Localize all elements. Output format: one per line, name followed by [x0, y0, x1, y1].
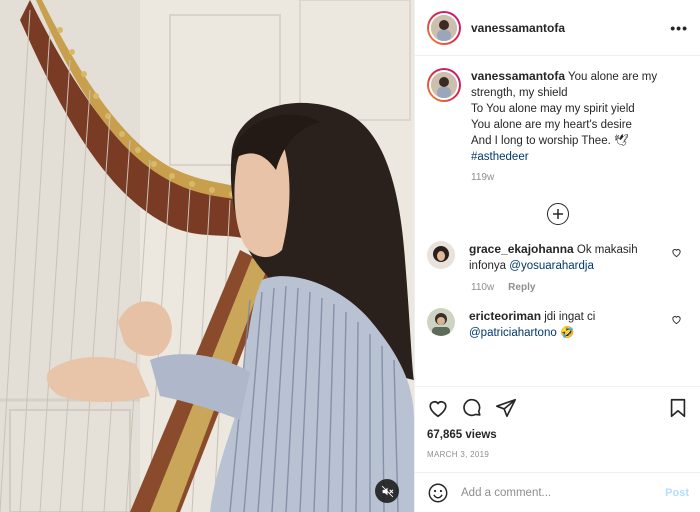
- video-frame: [0, 0, 414, 512]
- comment-item: grace_ekajohanna Ok makasih infonya @yos…: [415, 241, 700, 274]
- comment-item: ericteoriman jdi ingat ci @patriciaharto…: [415, 308, 700, 341]
- mention-link[interactable]: @yosuarahardja: [509, 260, 594, 272]
- commenter-username[interactable]: ericteoriman: [469, 309, 541, 323]
- comment-text: grace_ekajohanna Ok makasih infonya @yos…: [469, 241, 669, 274]
- comment-timestamp[interactable]: 110w: [471, 282, 494, 293]
- avatar-photo: [427, 241, 455, 269]
- avatar-photo: [431, 72, 457, 98]
- load-more-comments-button[interactable]: [546, 203, 569, 225]
- post-header: vanessamantofa •••: [415, 0, 700, 56]
- author-username[interactable]: vanessamantofa: [471, 21, 670, 35]
- bookmark-icon[interactable]: [667, 397, 689, 419]
- avatar-photo: [427, 308, 455, 336]
- post-date[interactable]: March 3, 2019: [427, 450, 689, 459]
- caption-timestamp[interactable]: 119w: [471, 172, 700, 183]
- comment-input[interactable]: [461, 486, 666, 499]
- caption-line: strength, my shield: [471, 87, 568, 99]
- mute-button[interactable]: [375, 479, 399, 503]
- author-avatar[interactable]: [427, 10, 461, 45]
- caption-line: To You alone may my spirit yield: [471, 103, 635, 115]
- post-comment-button[interactable]: Post: [665, 487, 689, 499]
- action-bar: 67,865 views March 3, 2019: [415, 386, 700, 459]
- comment-meta: 110w Reply: [471, 282, 700, 293]
- commenter-avatar[interactable]: [427, 241, 455, 269]
- caption-username[interactable]: vanessamantofa: [471, 69, 565, 83]
- like-heart-icon[interactable]: [427, 397, 449, 419]
- more-horizontal-icon[interactable]: •••: [670, 20, 688, 36]
- comment-like-heart-icon[interactable]: [671, 314, 682, 328]
- commenter-avatar[interactable]: [427, 308, 455, 336]
- caption-line: You alone are my: [568, 71, 658, 83]
- share-paper-plane-icon[interactable]: [495, 397, 517, 419]
- comment-body: jdi ingat ci: [541, 311, 596, 323]
- speaker-muted-icon: [381, 485, 393, 497]
- caption-avatar[interactable]: [427, 68, 461, 102]
- hashtag-link[interactable]: #asthedeer: [471, 149, 688, 165]
- reply-button[interactable]: Reply: [508, 282, 535, 293]
- comment-bubble-icon[interactable]: [461, 397, 483, 419]
- commenter-username[interactable]: grace_ekajohanna: [469, 242, 574, 256]
- view-count[interactable]: 67,865 views: [427, 429, 689, 441]
- emoji-picker-icon[interactable]: [427, 482, 449, 504]
- plus-circle-icon: [552, 209, 563, 219]
- post-side-panel: vanessamantofa ••• vanessamantofa You al…: [414, 0, 700, 512]
- avatar-photo: [431, 14, 457, 41]
- caption-line: You alone are my heart's desire: [471, 119, 632, 131]
- comment-like-heart-icon[interactable]: [671, 247, 682, 261]
- action-icons: [427, 397, 689, 419]
- comment-emoji: 🤣: [556, 327, 575, 339]
- caption-line: And I long to worship Thee. 🕊: [471, 135, 629, 147]
- post-media[interactable]: [0, 0, 414, 512]
- caption: vanessamantofa You alone are my strength…: [415, 56, 700, 165]
- add-comment-form: Post: [415, 472, 700, 512]
- mention-link[interactable]: @patriciahartono: [469, 327, 557, 339]
- caption-text: vanessamantofa You alone are my strength…: [471, 68, 688, 165]
- comment-text: ericteoriman jdi ingat ci @patriciaharto…: [469, 308, 669, 341]
